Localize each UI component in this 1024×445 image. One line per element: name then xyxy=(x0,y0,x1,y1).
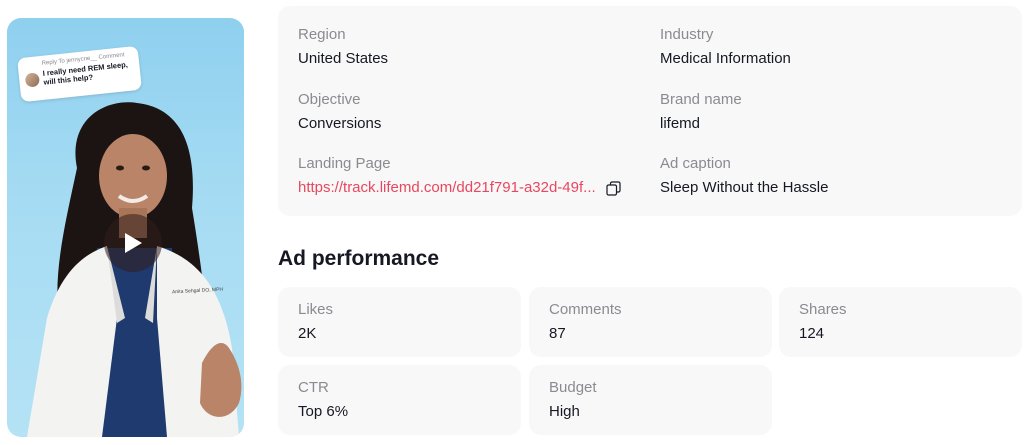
budget-metric: Budget High xyxy=(529,365,772,435)
ad-caption-label: Ad caption xyxy=(660,155,731,172)
copy-icon[interactable] xyxy=(606,180,621,196)
brand-name-field: Brand name lifemd xyxy=(660,91,742,133)
play-icon xyxy=(125,233,142,253)
shares-label: Shares xyxy=(799,301,847,318)
ctr-label: CTR xyxy=(298,379,329,396)
ad-detail-view: Reply To jennycne__ Comment I really nee… xyxy=(0,0,1024,445)
ad-caption-value: Sleep Without the Hassle xyxy=(660,179,829,196)
ad-caption-field: Ad caption Sleep Without the Hassle xyxy=(660,155,828,197)
likes-value: 2K xyxy=(298,325,317,342)
brand-name-label: Brand name xyxy=(660,91,742,108)
play-button[interactable] xyxy=(104,214,162,272)
landing-page-link[interactable]: https://track.lifemd.com/dd21f791-a32d-4… xyxy=(298,179,596,197)
shares-value: 124 xyxy=(799,325,825,342)
industry-value: Medical Information xyxy=(660,50,791,67)
region-value: United States xyxy=(298,50,389,67)
likes-metric: Likes 2K xyxy=(278,287,521,357)
industry-label: Industry xyxy=(660,26,714,43)
ctr-metric: CTR Top 6% xyxy=(278,365,521,435)
landing-page-label: Landing Page xyxy=(298,155,391,172)
comments-value: 87 xyxy=(549,325,566,342)
ad-performance-title: Ad performance xyxy=(278,247,440,270)
budget-label: Budget xyxy=(549,379,597,396)
brand-name-value: lifemd xyxy=(660,115,701,132)
comments-metric: Comments 87 xyxy=(529,287,772,357)
region-label: Region xyxy=(298,26,346,43)
comments-label: Comments xyxy=(549,301,622,318)
objective-field: Objective Conversions xyxy=(298,91,381,133)
region-field: Region United States xyxy=(298,26,388,68)
ctr-value: Top 6% xyxy=(298,403,349,420)
industry-field: Industry Medical Information xyxy=(660,26,791,68)
likes-label: Likes xyxy=(298,301,334,318)
ad-video-thumbnail[interactable]: Reply To jennycne__ Comment I really nee… xyxy=(7,18,244,437)
shares-metric: Shares 124 xyxy=(779,287,1022,357)
ad-info-card: Region United States Industry Medical In… xyxy=(278,6,1022,216)
landing-page-field: Landing Page https://track.lifemd.com/dd… xyxy=(298,155,621,197)
budget-value: High xyxy=(549,403,580,420)
objective-value: Conversions xyxy=(298,115,382,132)
objective-label: Objective xyxy=(298,91,361,108)
commenter-avatar xyxy=(24,72,41,88)
